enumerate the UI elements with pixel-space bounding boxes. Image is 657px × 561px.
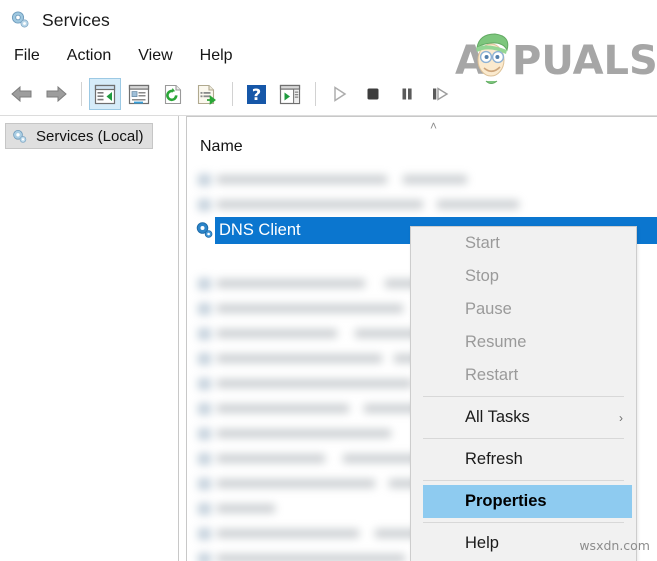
export-list-icon[interactable] — [191, 78, 223, 110]
console-tree-pane: Services (Local) — [0, 116, 179, 561]
context-menu-item-pause[interactable]: Pause — [411, 293, 636, 326]
column-header-name[interactable]: Name — [187, 130, 657, 163]
menu-action[interactable]: Action — [67, 45, 124, 68]
context-menu-item-refresh[interactable]: Refresh — [411, 443, 636, 476]
context-menu-item-stop[interactable]: Stop — [411, 260, 636, 293]
context-menu: Start Stop Pause Resume Restart All Task… — [410, 226, 637, 561]
sidebar-item-label: Services (Local) — [36, 127, 144, 145]
services-gear-icon — [9, 9, 31, 31]
show-action-pane-icon[interactable] — [274, 78, 306, 110]
services-window: Services File Action View Help ? Service… — [0, 0, 657, 561]
toolbar-separator — [81, 82, 82, 106]
menu-help[interactable]: Help — [200, 45, 246, 68]
restart-service-icon[interactable] — [425, 78, 457, 110]
services-gear-icon — [11, 128, 28, 145]
toolbar-separator-2 — [232, 82, 233, 106]
back-icon[interactable] — [6, 78, 38, 110]
menu-file[interactable]: File — [14, 45, 53, 68]
sidebar-item-services-local[interactable]: Services (Local) — [5, 123, 153, 149]
show-hide-console-tree-icon[interactable] — [89, 78, 121, 110]
toolbar: ? — [0, 73, 657, 116]
context-menu-separator — [423, 480, 624, 481]
service-gear-icon — [194, 220, 215, 241]
toolbar-separator-3 — [315, 82, 316, 106]
title-bar: Services — [0, 0, 657, 40]
list-item[interactable] — [187, 167, 657, 192]
column-header-label: Name — [200, 137, 243, 155]
menu-view[interactable]: View — [138, 45, 185, 68]
context-menu-item-all-tasks[interactable]: All Tasks › — [411, 401, 636, 434]
window-title: Services — [42, 9, 110, 30]
context-menu-item-properties[interactable]: Properties — [423, 485, 632, 518]
context-menu-item-start[interactable]: Start — [411, 227, 636, 260]
context-menu-separator — [423, 522, 624, 523]
context-menu-item-resume[interactable]: Resume — [411, 326, 636, 359]
help-icon[interactable]: ? — [240, 78, 272, 110]
context-menu-separator — [423, 396, 624, 397]
list-item-label: DNS Client — [219, 221, 301, 239]
list-item[interactable] — [187, 192, 657, 217]
chevron-right-icon: › — [619, 410, 623, 425]
context-menu-item-label: All Tasks — [465, 408, 530, 426]
wsxdn-watermark: wsxdn.com — [579, 538, 650, 553]
stop-service-icon[interactable] — [357, 78, 389, 110]
menu-bar: File Action View Help — [0, 40, 657, 73]
svg-text:?: ? — [251, 85, 260, 104]
context-menu-separator — [423, 438, 624, 439]
context-menu-item-restart[interactable]: Restart — [411, 359, 636, 392]
forward-icon[interactable] — [40, 78, 72, 110]
start-service-icon[interactable] — [323, 78, 355, 110]
pause-service-icon[interactable] — [391, 78, 423, 110]
properties-icon[interactable] — [123, 78, 155, 110]
refresh-icon[interactable] — [157, 78, 189, 110]
